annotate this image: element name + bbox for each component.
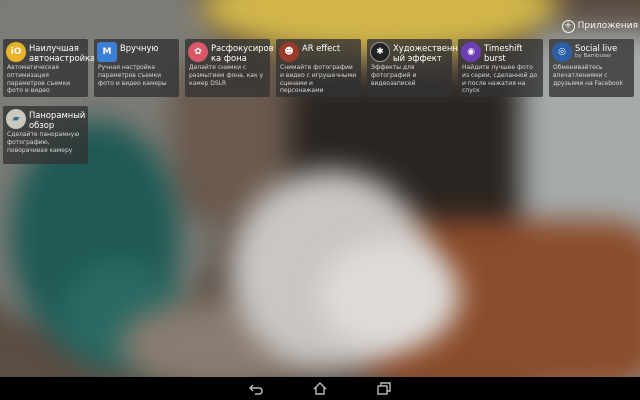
tile-title: Панорамный обзор [29, 110, 86, 130]
home-icon[interactable] [313, 382, 327, 395]
mode-tile-timeshift-burst[interactable]: ◉ Timeshift burst Найдите лучшее фото из… [458, 39, 543, 97]
mode-tile-background-defocus[interactable]: ✿ Расфокусиров ка фона Делайте снимки с … [185, 39, 274, 97]
tile-title: AR effect [302, 43, 341, 53]
viewfinder-blur [320, 240, 460, 350]
system-navigation-bar [0, 377, 640, 400]
tile-description: Автоматическая оптимизация параметров съ… [7, 64, 70, 95]
tile-title: Вручную [120, 43, 159, 53]
social-live-icon: ◎ [552, 42, 572, 62]
mode-tile-ar-effect[interactable]: ☻ AR effect Снимайте фотографии и видео … [276, 39, 361, 97]
ar-effect-icon: ☻ [279, 42, 299, 62]
tile-description: Обменивайтесь впечатлениями с друзьями н… [553, 64, 623, 87]
tile-description: Ручная настройка параметров съемки фото … [98, 64, 167, 87]
creative-effect-icon: ✱ [370, 42, 390, 62]
tile-description: Сделайте панорамную фотографию, поворачи… [7, 131, 80, 154]
timeshift-burst-icon: ◉ [461, 42, 481, 62]
tile-description: Эффекты для фотографий и видеозаписей [371, 64, 417, 87]
background-defocus-icon: ✿ [188, 42, 208, 62]
mode-tile-superior-auto[interactable]: iO Наилучшая автонастройка Автоматическа… [3, 39, 96, 97]
tile-description: Найдите лучшее фото из серии, сделанной … [462, 64, 538, 95]
mode-tile-manual[interactable]: M Вручную Ручная настройка параметров съ… [94, 39, 179, 97]
mode-tile-sweep-panorama[interactable]: ▰ Панорамный обзор Сделайте панорамную ф… [3, 106, 88, 164]
back-icon[interactable] [249, 382, 263, 395]
recent-apps-icon[interactable] [377, 382, 391, 395]
apps-label: Приложения [577, 21, 638, 31]
superior-auto-icon: iO [6, 42, 26, 62]
tile-subtitle: by Bambuser [575, 53, 612, 59]
tile-description: Делайте снимки с размытием фона, как у к… [189, 64, 264, 87]
mode-tile-social-live[interactable]: ◎ Social live by Bambuser Обменивайтесь … [549, 39, 634, 97]
tile-title: Social live [575, 43, 618, 53]
tile-title: Наилучшая автонастройка [29, 43, 96, 63]
manual-mode-icon: M [97, 42, 117, 62]
sweep-panorama-icon: ▰ [6, 109, 26, 129]
apps-button[interactable]: + Приложения [561, 19, 638, 33]
tile-title: Timeshift burst [484, 43, 523, 63]
mode-tile-creative-effect[interactable]: ✱ Художественн ый эффект Эффекты для фот… [367, 39, 458, 97]
tile-title: Расфокусиров ка фона [211, 43, 274, 63]
tile-description: Снимайте фотографии и видео с игрушечным… [280, 64, 357, 95]
tile-title: Художественн ый эффект [393, 43, 458, 63]
plus-icon: + [561, 19, 575, 33]
